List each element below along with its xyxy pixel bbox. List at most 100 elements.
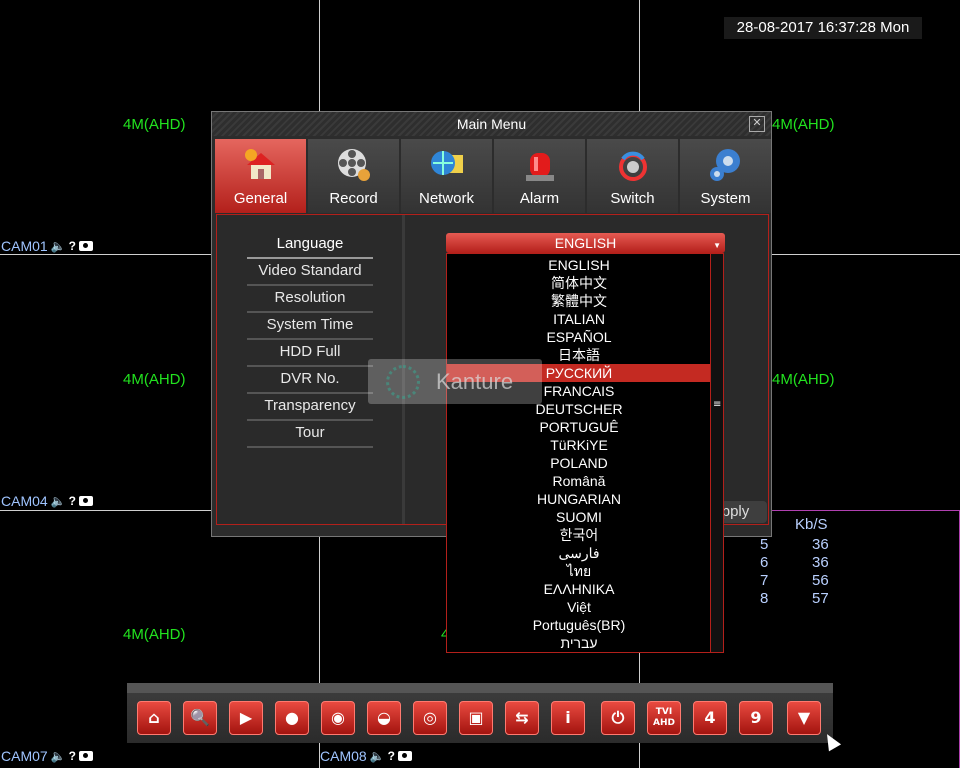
camera-label: CAM07 🔈 ? <box>1 748 93 764</box>
menu-item-transparency[interactable]: Transparency <box>247 394 373 421</box>
home-button[interactable]: ⌂ <box>137 701 171 735</box>
language-select[interactable]: ENGLISH ▼ <box>446 233 725 253</box>
camera-label: CAM01 🔈 ? <box>1 238 93 254</box>
sequence-button[interactable]: ⇆ <box>505 701 539 735</box>
sequence-icon: ⇆ <box>515 708 529 727</box>
language-option[interactable]: Português(BR) <box>447 616 711 634</box>
record-settings-button[interactable]: ● <box>275 701 309 735</box>
playback-icon: ▶ <box>239 708 253 727</box>
menu-item-hdd-full[interactable]: HDD Full <box>247 340 373 367</box>
language-option[interactable]: ITALIAN <box>447 310 711 328</box>
unknown-status-icon: ? <box>387 749 395 763</box>
quad-view-button[interactable]: 4 <box>693 701 727 735</box>
hide-toolbar-button[interactable]: ▼ <box>787 701 821 735</box>
camera-settings-icon: ◎ <box>423 708 437 727</box>
language-option[interactable]: POLAND <box>447 454 711 472</box>
language-option[interactable]: 한국어 <box>447 526 711 544</box>
window-title: Main Menu <box>456 116 527 132</box>
audio-muted-icon: 🔈 <box>369 749 385 763</box>
video-format-label: 4M(AHD) <box>123 116 186 133</box>
language-option[interactable]: 繁體中文 <box>447 292 711 310</box>
ptz-button[interactable]: ◉ <box>321 701 355 735</box>
main-menu-tabs: General Record Network Alarm Switch Syst… <box>215 139 771 213</box>
stats-header: Kb/S <box>795 516 828 533</box>
language-option[interactable]: SUOMI <box>447 508 711 526</box>
tvi-ahd-button[interactable]: TVI AHD <box>647 701 681 735</box>
language-option[interactable]: TüRKiYE <box>447 436 711 454</box>
dvr-nvr-hvr-switch-icon <box>619 151 647 181</box>
power-button[interactable]: ⏻ <box>601 701 635 735</box>
watermark-text: Kanture <box>436 369 514 394</box>
film-reel-icon <box>338 149 370 181</box>
scrollbar-thumb-icon[interactable]: ≡ <box>713 400 722 410</box>
ptz-icon: ◉ <box>331 708 345 727</box>
video-format-label: 4M(AHD) <box>772 116 835 133</box>
single-view-button[interactable]: ▣ <box>459 701 493 735</box>
language-option[interactable]: فارسی <box>447 544 711 562</box>
language-option[interactable]: Việt <box>447 598 711 616</box>
audio-muted-icon: 🔈 <box>50 239 66 253</box>
nine-view-button[interactable]: 9 <box>739 701 773 735</box>
menu-item-language[interactable]: Language <box>247 232 373 259</box>
language-selected-value: ENGLISH <box>554 235 617 251</box>
color-button[interactable]: ◒ <box>367 701 401 735</box>
info-icon: i <box>565 708 571 727</box>
tab-general[interactable]: General <box>215 139 306 213</box>
camera-snapshot-icon <box>78 751 93 761</box>
camera-snapshot-icon <box>78 496 93 506</box>
unknown-status-icon: ? <box>68 749 76 763</box>
tab-label: Network <box>418 190 474 207</box>
language-option[interactable]: Română <box>447 472 711 490</box>
toolbar-drag-strip[interactable] <box>127 683 833 693</box>
language-option[interactable]: עברית <box>447 634 711 652</box>
record-settings-icon: ● <box>285 708 299 727</box>
tab-label: General <box>233 190 288 207</box>
camera-label: CAM08 🔈 ? <box>320 748 412 764</box>
info-button[interactable]: i <box>551 701 585 735</box>
video-format-label: 4M(AHD) <box>123 626 186 643</box>
camera-snapshot-icon <box>397 751 412 761</box>
stats-channel: 5 <box>760 536 769 553</box>
stats-kbps: 56 <box>812 572 829 589</box>
tab-label: Switch <box>610 190 655 207</box>
tab-alarm[interactable]: Alarm <box>494 139 585 213</box>
color-icon: ◒ <box>377 708 391 727</box>
menu-item-video-standard[interactable]: Video Standard <box>247 259 373 286</box>
stats-channel: 6 <box>760 554 769 571</box>
language-option[interactable]: 简体中文 <box>447 274 711 292</box>
menu-item-tour[interactable]: Tour <box>247 421 373 448</box>
menu-item-system-time[interactable]: System Time <box>247 313 373 340</box>
search-button[interactable]: 🔍 <box>183 701 217 735</box>
globe-monitor-icon <box>431 151 463 175</box>
camera-snapshot-icon <box>78 241 93 251</box>
stats-channel: 8 <box>760 590 769 607</box>
close-button[interactable]: ✕ <box>749 116 765 132</box>
datetime-display: 28-08-2017 16:37:28 Mon <box>724 17 922 39</box>
camera-name: CAM04 <box>1 493 48 509</box>
tab-system[interactable]: System <box>680 139 771 213</box>
menu-item-dvr-no[interactable]: DVR No. <box>247 367 373 394</box>
dropdown-scrollbar[interactable]: ≡ <box>710 254 723 652</box>
tab-network[interactable]: Network <box>401 139 492 213</box>
language-option[interactable]: HUNGARIAN <box>447 490 711 508</box>
single-view-icon: ▣ <box>468 708 484 727</box>
main-menu-titlebar[interactable]: Main Menu ✕ <box>212 112 771 136</box>
language-option[interactable]: ΕΛΛΗΝΙΚΑ <box>447 580 711 598</box>
camera-name: CAM08 <box>320 748 367 764</box>
tab-label: Record <box>329 190 378 207</box>
playback-button[interactable]: ▶ <box>229 701 263 735</box>
stats-kbps: 36 <box>812 554 829 571</box>
language-option[interactable]: PORTUGUÊ <box>447 418 711 436</box>
language-option[interactable]: ไทย <box>447 562 711 580</box>
watermark: Kanture <box>368 359 542 404</box>
menu-item-resolution[interactable]: Resolution <box>247 286 373 313</box>
language-option[interactable]: ESPAÑOL <box>447 328 711 346</box>
tab-switch[interactable]: Switch <box>587 139 678 213</box>
settings-menu: Language Video Standard Resolution Syste… <box>247 232 373 448</box>
tab-record[interactable]: Record <box>308 139 399 213</box>
camera-settings-button[interactable]: ◎ <box>413 701 447 735</box>
language-option[interactable]: ENGLISH <box>447 256 711 274</box>
unknown-status-icon: ? <box>68 494 76 508</box>
camera-name: CAM01 <box>1 238 48 254</box>
video-format-label: 4M(AHD) <box>772 371 835 388</box>
